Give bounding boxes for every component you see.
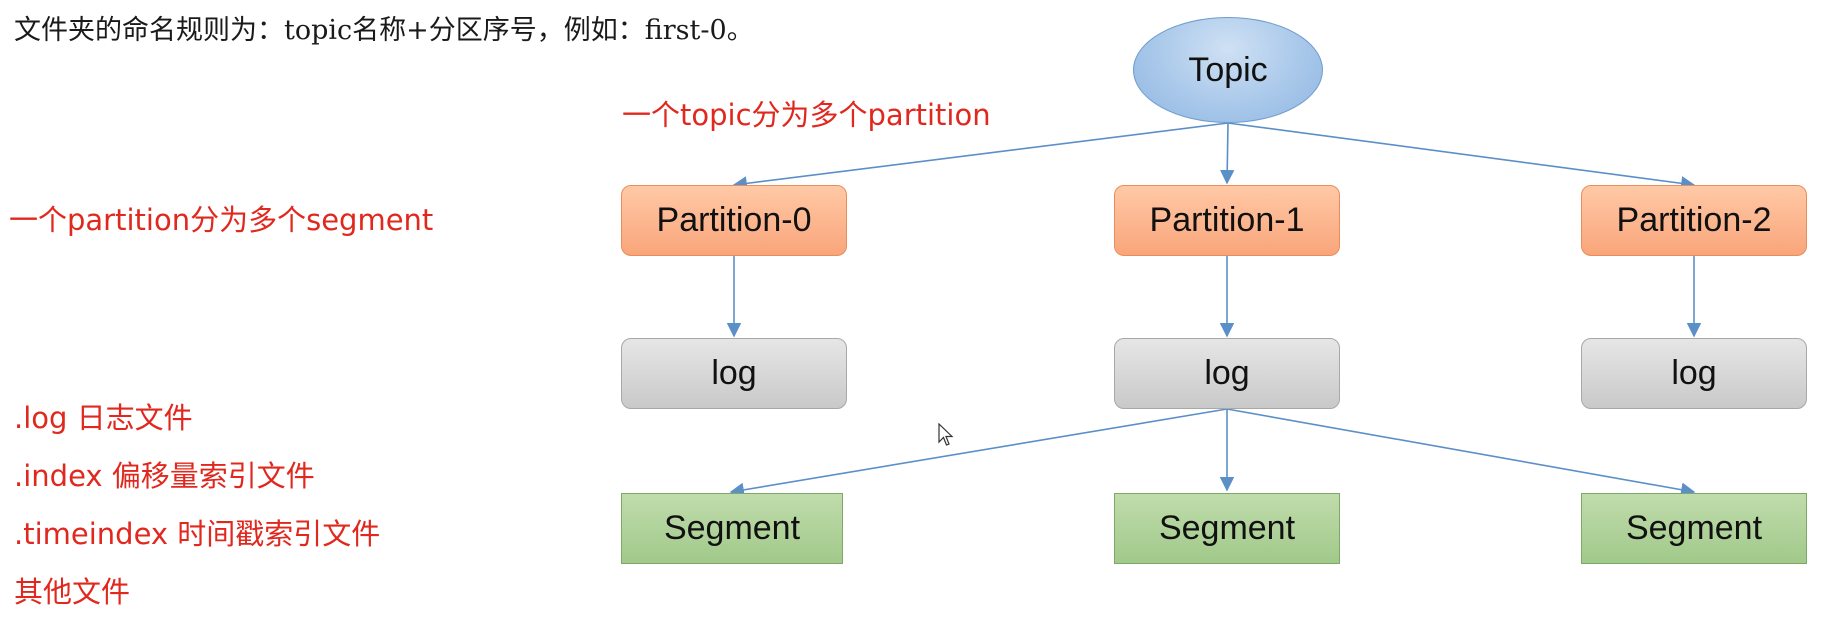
- topic-to-partition-2-arrow: [1227, 122, 1696, 191]
- connector-lines: [726, 122, 1702, 497]
- topic-to-partition-0-arrow: [732, 122, 1229, 191]
- partition-1-node: Partition-1: [1114, 185, 1340, 256]
- log-node-2: log: [1581, 338, 1807, 409]
- segment-node-1: Segment: [1114, 493, 1340, 564]
- log-node-1: log: [1114, 338, 1340, 409]
- log-to-segment-0-arrow: [729, 408, 1228, 497]
- partition-2-node: Partition-2: [1581, 185, 1807, 256]
- log-node-0: log: [621, 338, 847, 409]
- topic-node: Topic: [1133, 17, 1323, 123]
- mouse-pointer-icon: [938, 423, 954, 446]
- topic-to-partition-1-arrow: [1220, 122, 1235, 185]
- log-to-segment-2-arrow: [1226, 408, 1696, 497]
- segment-node-0: Segment: [621, 493, 843, 564]
- segment-node-2: Segment: [1581, 493, 1807, 564]
- partition-0-node: Partition-0: [621, 185, 847, 256]
